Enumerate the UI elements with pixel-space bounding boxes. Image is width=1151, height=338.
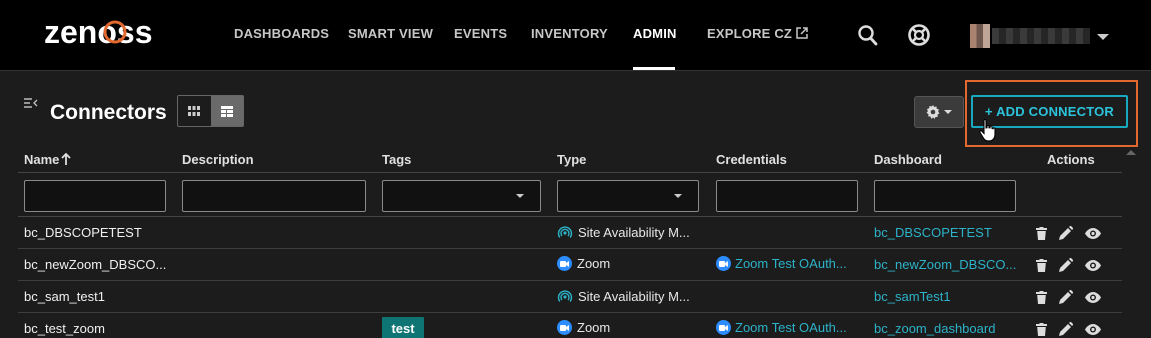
gear-icon — [926, 105, 940, 119]
zoom-icon — [716, 256, 731, 271]
description-filter-input[interactable] — [182, 180, 366, 212]
help-lifebuoy-icon[interactable] — [907, 23, 931, 47]
table-row[interactable]: bc_newZoom_DBSCO... Zoom Zoom Test OAuth… — [18, 249, 1122, 281]
view-eye-icon[interactable] — [1085, 291, 1101, 303]
settings-menu-button[interactable] — [914, 96, 964, 128]
dashboard-link[interactable]: bc_samTest1 — [874, 289, 951, 304]
caret-down-icon — [944, 110, 952, 114]
table-row[interactable]: bc_test_zoom test Zoom Zoom Test OAuth..… — [18, 313, 1122, 338]
dashboard-link[interactable]: bc_zoom_dashboard — [874, 321, 995, 336]
edit-pencil-icon[interactable] — [1059, 290, 1073, 304]
column-header-type[interactable]: Type — [557, 152, 586, 167]
connector-type: Site Availability M... — [557, 288, 690, 304]
trash-icon[interactable] — [1036, 258, 1047, 272]
logo-text: zenoss — [44, 14, 152, 50]
type-filter-select[interactable] — [557, 180, 699, 212]
connector-type-label: Zoom — [577, 256, 611, 271]
connector-type: Zoom — [557, 256, 610, 271]
connector-type-label: Site Availability M... — [578, 288, 690, 304]
table-view-icon — [220, 105, 233, 117]
nav-dashboards[interactable]: DASHBOARDS — [234, 26, 329, 41]
scroll-up-arrow-icon[interactable] — [1126, 150, 1136, 155]
search-icon[interactable] — [857, 23, 879, 47]
edit-pencil-icon[interactable] — [1059, 322, 1073, 336]
caret-down-icon — [516, 194, 524, 198]
connector-name[interactable]: bc_test_zoom — [24, 321, 105, 336]
nav-explore-cz[interactable]: EXPLORE CZ — [707, 26, 808, 41]
credential-label: Zoom Test OAuth... — [735, 256, 847, 271]
tag-badge[interactable]: test — [382, 317, 424, 338]
column-header-name-label: Name — [24, 152, 60, 167]
trash-icon[interactable] — [1036, 322, 1047, 336]
site-availability-icon — [557, 290, 573, 302]
view-eye-icon[interactable] — [1085, 227, 1101, 239]
connector-name[interactable]: bc_newZoom_DBSCO... — [24, 257, 166, 272]
connector-type-label: Site Availability M... — [578, 224, 690, 240]
column-header-tags[interactable]: Tags — [382, 152, 411, 167]
name-filter-input[interactable] — [24, 180, 166, 212]
column-header-actions: Actions — [1047, 152, 1095, 167]
site-availability-icon — [557, 226, 573, 238]
connectors-panel: Connectors + ADD CONNECTOR Name Descript… — [0, 70, 1151, 338]
nav-explore-cz-label: EXPLORE CZ — [707, 26, 793, 41]
edit-pencil-icon[interactable] — [1059, 258, 1073, 272]
dashboard-filter-input[interactable] — [874, 180, 1016, 212]
view-toggle — [177, 95, 244, 127]
page-title: Connectors — [50, 101, 167, 124]
grid-view-button[interactable] — [178, 96, 211, 126]
column-header-name[interactable]: Name — [24, 152, 72, 167]
dashboard-link[interactable]: bc_DBSCOPETEST — [874, 225, 992, 240]
edit-pencil-icon[interactable] — [1059, 226, 1073, 240]
zenoss-logo[interactable]: zenoss — [44, 14, 176, 50]
column-header-description[interactable]: Description — [182, 152, 254, 167]
table-row[interactable]: bc_sam_test1 Site Availability M... bc_s… — [18, 281, 1122, 313]
trash-icon[interactable] — [1036, 290, 1047, 304]
external-link-icon — [796, 27, 808, 39]
hand-pointer-cursor-icon — [979, 119, 996, 142]
nav-admin[interactable]: ADMIN — [633, 26, 677, 41]
row-actions — [1036, 258, 1101, 272]
credential-label: Zoom Test OAuth... — [735, 320, 847, 335]
credentials-filter-input[interactable] — [716, 180, 858, 212]
connector-name[interactable]: bc_DBSCOPETEST — [24, 225, 142, 240]
table-view-button[interactable] — [210, 96, 243, 126]
zoom-icon — [557, 256, 572, 271]
row-actions — [1036, 290, 1101, 304]
trash-icon[interactable] — [1036, 226, 1047, 240]
column-header-dashboard[interactable]: Dashboard — [874, 152, 942, 167]
zoom-icon — [557, 320, 572, 335]
connector-type: Site Availability M... — [557, 224, 690, 240]
nav-inventory[interactable]: INVENTORY — [531, 26, 608, 41]
top-navigation-bar: zenoss DASHBOARDS SMART VIEW EVENTS INVE… — [0, 0, 1151, 70]
sort-ascending-icon — [61, 153, 72, 165]
view-eye-icon[interactable] — [1085, 323, 1101, 335]
grid-view-icon — [188, 106, 201, 116]
credential-link[interactable]: Zoom Test OAuth... — [716, 320, 847, 335]
nav-smart-view[interactable]: SMART VIEW — [348, 26, 433, 41]
user-name-redacted[interactable] — [992, 28, 1090, 44]
user-avatar[interactable] — [970, 24, 990, 48]
dashboard-link[interactable]: bc_newZoom_DBSCO... — [874, 257, 1016, 272]
connector-type-label: Zoom — [577, 320, 611, 335]
table-row[interactable]: bc_DBSCOPETEST Site Availability M... bc… — [18, 217, 1122, 249]
chevron-down-icon[interactable] — [1097, 34, 1109, 40]
zoom-icon — [716, 320, 731, 335]
tags-filter-select[interactable] — [382, 180, 541, 212]
row-actions — [1036, 226, 1101, 240]
connector-type: Zoom — [557, 320, 610, 335]
column-header-credentials[interactable]: Credentials — [716, 152, 787, 167]
caret-down-icon — [674, 194, 682, 198]
row-actions — [1036, 322, 1101, 336]
collapse-sidebar-icon[interactable] — [24, 97, 38, 109]
view-eye-icon[interactable] — [1085, 259, 1101, 271]
credential-link[interactable]: Zoom Test OAuth... — [716, 256, 847, 271]
nav-events[interactable]: EVENTS — [454, 26, 507, 41]
connector-name[interactable]: bc_sam_test1 — [24, 289, 105, 304]
